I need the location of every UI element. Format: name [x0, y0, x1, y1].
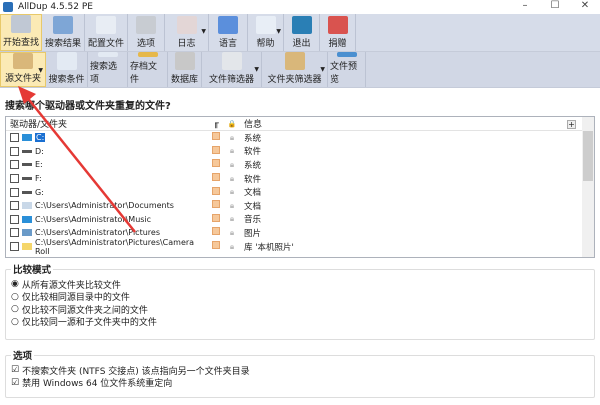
annotation-arrow — [18, 86, 136, 233]
